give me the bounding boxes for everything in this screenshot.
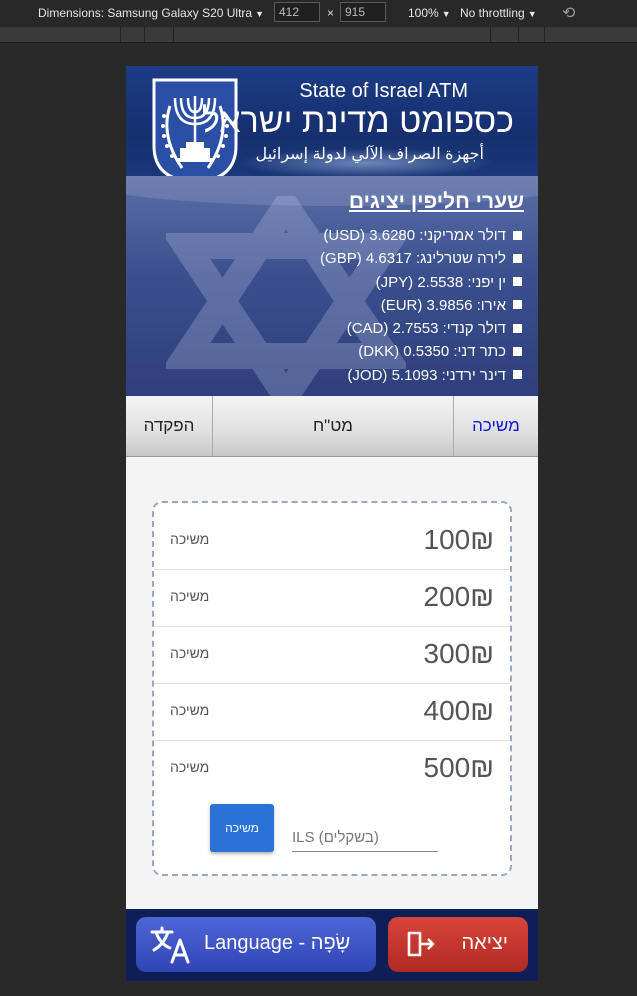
amount-value: 500₪ — [423, 752, 495, 783]
atm-app: State of Israel ATM כספומט מדינת ישראל أ… — [126, 66, 538, 981]
width-field[interactable]: 412 — [274, 2, 320, 22]
row-action-label: משיכה — [170, 531, 210, 547]
times-sign: × — [327, 6, 335, 20]
amount-row-500[interactable]: משיכה 500₪ — [154, 740, 510, 797]
tab-withdraw[interactable]: משיכה — [454, 396, 538, 456]
amount-value: 100₪ — [423, 524, 495, 555]
amount-row-200[interactable]: משיכה 200₪ — [154, 569, 510, 627]
rate-item: דולר אמריקני: 3.6280 (USD) — [320, 224, 522, 247]
translate-icon — [150, 926, 190, 964]
tab-bar: הפקדה מט"ח משיכה — [126, 396, 538, 457]
media-query-bar — [0, 27, 637, 43]
rate-item: דולר קנדי: 2.7553 (CAD) — [320, 317, 522, 340]
rate-item: לירה שטרלינג: 4.6317 (GBP) — [320, 247, 522, 270]
zoom-label: 100% — [408, 6, 439, 20]
rates-list: דולר אמריקני: 3.6280 (USD) לירה שטרלינג:… — [320, 224, 522, 387]
language-button[interactable]: Language - שָׂפָה — [136, 917, 376, 972]
amount-input[interactable] — [292, 823, 438, 852]
amount-value: 400₪ — [423, 695, 495, 726]
rates-title: שערי חליפין יציגים — [348, 190, 524, 213]
tab-forex[interactable]: מט"ח — [213, 396, 454, 456]
zoom-selector[interactable]: 100% ▼ — [408, 6, 451, 20]
bottom-bar: Language - שָׂפָה יציאה — [126, 909, 538, 981]
language-label: Language - שָׂפָה — [204, 932, 351, 954]
rate-item: כתר דני: 0.5350 (DKK) — [320, 340, 522, 363]
bullet-square-icon — [513, 277, 522, 287]
row-action-label: משיכה — [170, 702, 210, 718]
custom-withdraw-button[interactable]: משיכה — [210, 804, 274, 852]
title-arabic: أجهزة الصراف الآلي لدولة إسرائيل — [255, 146, 484, 163]
height-field[interactable]: 915 — [340, 2, 386, 22]
device-selector[interactable]: Dimensions: Samsung Galaxy S20 Ultra ▼ — [38, 6, 264, 20]
tab-deposit[interactable]: הפקדה — [126, 396, 213, 456]
bullet-square-icon — [513, 347, 522, 357]
withdraw-card: משיכה 100₪ משיכה 200₪ משיכה 300₪ משיכה 4… — [152, 501, 512, 876]
title-english: State of Israel ATM — [299, 80, 468, 102]
exit-button[interactable]: יציאה — [388, 917, 528, 972]
row-action-label: משיכה — [170, 645, 210, 661]
bullet-square-icon — [513, 370, 522, 380]
bullet-square-icon — [513, 300, 522, 310]
devtools-toolbar: Dimensions: Samsung Galaxy S20 Ultra ▼ 41… — [0, 0, 637, 27]
exit-door-icon — [407, 931, 435, 957]
bullet-square-icon — [513, 230, 522, 240]
header: State of Israel ATM כספומט מדינת ישראל أ… — [126, 66, 538, 184]
rotate-icon[interactable]: ⟲ — [562, 3, 575, 23]
amount-value: 200₪ — [423, 581, 495, 612]
device-label: Dimensions: Samsung Galaxy S20 Ultra — [38, 6, 253, 20]
row-action-label: משיכה — [170, 588, 210, 604]
exit-label: יציאה — [461, 932, 508, 954]
caret-down-icon: ▼ — [527, 9, 537, 19]
row-action-label: משיכה — [170, 759, 210, 775]
rate-item: דינר ירדני: 5.1093 (JOD) — [320, 364, 522, 387]
rate-item: ין יפני: 2.5538 (JPY) — [320, 271, 522, 294]
throttle-label: No throttling — [460, 6, 525, 20]
withdraw-panel: משיכה 100₪ משיכה 200₪ משיכה 300₪ משיכה 4… — [126, 457, 538, 909]
bullet-square-icon — [513, 253, 522, 263]
amount-row-400[interactable]: משיכה 400₪ — [154, 683, 510, 741]
caret-down-icon: ▼ — [441, 9, 451, 19]
amount-row-100[interactable]: משיכה 100₪ — [154, 512, 510, 570]
throttle-selector[interactable]: No throttling ▼ — [460, 6, 537, 20]
exchange-rates-panel: שערי חליפין יציגים דולר אמריקני: 3.6280 … — [126, 176, 538, 396]
rate-item: אירו: 3.9856 (EUR) — [320, 294, 522, 317]
bullet-square-icon — [513, 323, 522, 333]
title-hebrew: כספומט מדינת ישראל — [201, 102, 514, 140]
amount-row-300[interactable]: משיכה 300₪ — [154, 626, 510, 684]
caret-down-icon: ▼ — [255, 9, 265, 19]
amount-value: 300₪ — [423, 638, 495, 669]
